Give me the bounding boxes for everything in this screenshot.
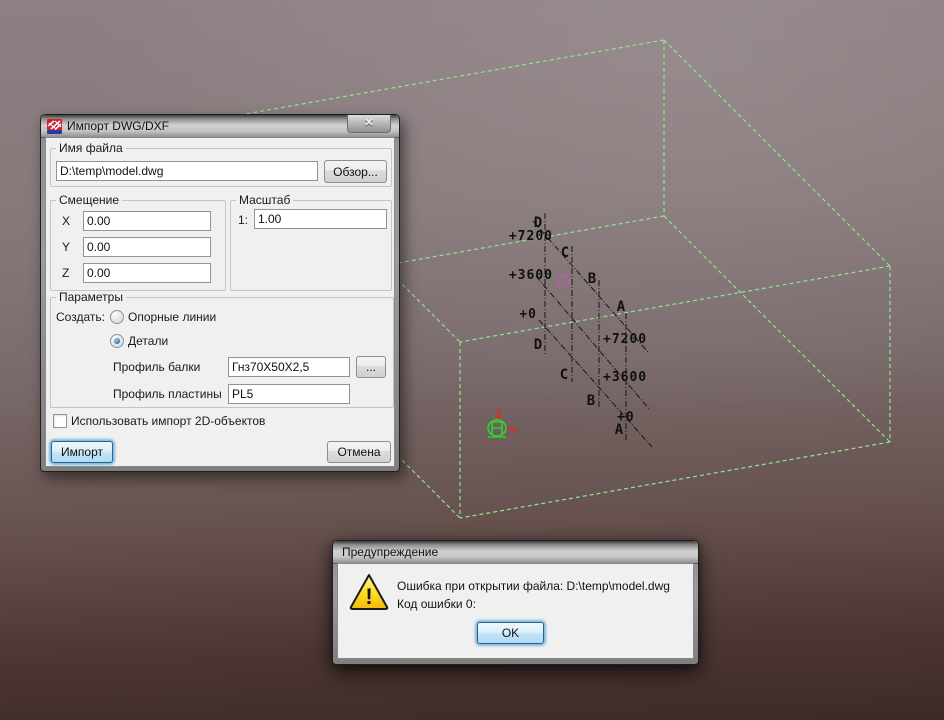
grid-label-a-bottom: A <box>615 422 624 438</box>
plate-profile-input[interactable] <box>228 384 350 404</box>
warning-dialog: Предупреждение ! Ошибка при открытии фай… <box>332 540 699 665</box>
create-label: Создать: <box>56 310 105 324</box>
close-button[interactable]: ✕ <box>347 115 391 133</box>
grid-label-a-top: A <box>617 299 626 315</box>
offset-x-input[interactable] <box>83 211 211 231</box>
ucs-icon: z x <box>488 406 517 437</box>
file-name-group-label: Имя файла <box>56 141 126 155</box>
offset-z-input[interactable] <box>83 263 211 283</box>
offset-group-label: Смещение <box>56 193 122 207</box>
import-dwg-dialog: Импорт DWG/DXF ✕ Имя файла Обзор... Смещ… <box>40 114 400 472</box>
scale-group-label: Масштаб <box>236 193 293 207</box>
beam-profile-more-button[interactable]: ... <box>356 356 386 378</box>
elevation-label-0-left: +0 <box>519 307 537 322</box>
warning-dialog-title: Предупреждение <box>342 545 438 559</box>
import-dialog-body: Имя файла Обзор... Смещение X Y Z Масшта… <box>45 137 395 467</box>
ok-button[interactable]: OK <box>477 622 544 644</box>
file-name-input[interactable] <box>56 161 318 181</box>
radio-parts[interactable] <box>110 334 124 348</box>
browse-button[interactable]: Обзор... <box>324 160 387 183</box>
grid-label-b-top: B <box>588 271 596 287</box>
radio-parts-label[interactable]: Детали <box>128 334 168 348</box>
tekla-app-icon <box>47 119 62 134</box>
radio-reference-lines[interactable] <box>110 310 124 324</box>
elevation-label-7200-right: +7200 <box>603 332 647 347</box>
scale-prefix-label: 1: <box>238 213 248 227</box>
workplane-marker <box>558 276 569 287</box>
scale-input[interactable] <box>254 209 387 229</box>
offset-z-label: Z <box>62 266 69 280</box>
warning-message-line1: Ошибка при открытии файла: D:\temp\model… <box>397 579 670 593</box>
cancel-button[interactable]: Отмена <box>327 441 391 463</box>
import-button[interactable]: Импорт <box>51 441 113 463</box>
warning-exclamation-glyph: ! <box>365 584 372 609</box>
grid-label-d-bottom: D <box>534 337 542 353</box>
use-2d-import-label[interactable]: Использовать импорт 2D-объектов <box>71 414 265 428</box>
ucs-x-label: x <box>511 426 517 436</box>
elevation-label-7200-left: +7200 <box>509 229 553 244</box>
elevation-label-3600-right: +3600 <box>603 370 647 385</box>
warning-dialog-titlebar[interactable]: Предупреждение <box>333 541 698 564</box>
radio-reference-lines-label[interactable]: Опорные линии <box>128 310 216 324</box>
warning-message-line2: Код ошибки 0: <box>397 597 476 611</box>
offset-y-input[interactable] <box>83 237 211 257</box>
offset-x-label: X <box>62 214 70 228</box>
elevation-label-3600-left: +3600 <box>509 268 553 283</box>
warning-icon: ! <box>349 573 389 611</box>
use-2d-import-checkbox[interactable] <box>53 414 67 428</box>
grid-label-c-bottom: C <box>560 367 568 383</box>
close-icon: ✕ <box>364 117 373 129</box>
grid-labels-top: D +7200 C +3600 B A +0 <box>509 215 626 322</box>
plate-profile-label: Профиль пластины <box>113 387 222 401</box>
beam-profile-label: Профиль балки <box>113 360 200 374</box>
warning-dialog-body: ! Ошибка при открытии файла: D:\temp\mod… <box>337 563 694 659</box>
beam-profile-input[interactable] <box>228 357 350 377</box>
import-dialog-titlebar[interactable]: Импорт DWG/DXF ✕ <box>41 115 399 138</box>
offset-y-label: Y <box>62 240 70 254</box>
import-dialog-title: Импорт DWG/DXF <box>67 119 169 133</box>
grid-label-b-bottom: B <box>587 393 595 409</box>
grid-label-c-top: C <box>561 245 569 261</box>
grid-labels-bottom: D +7200 C +3600 B +0 A <box>534 332 647 438</box>
scale-group: Масштаб <box>230 193 392 291</box>
parameters-group-label: Параметры <box>56 290 126 304</box>
